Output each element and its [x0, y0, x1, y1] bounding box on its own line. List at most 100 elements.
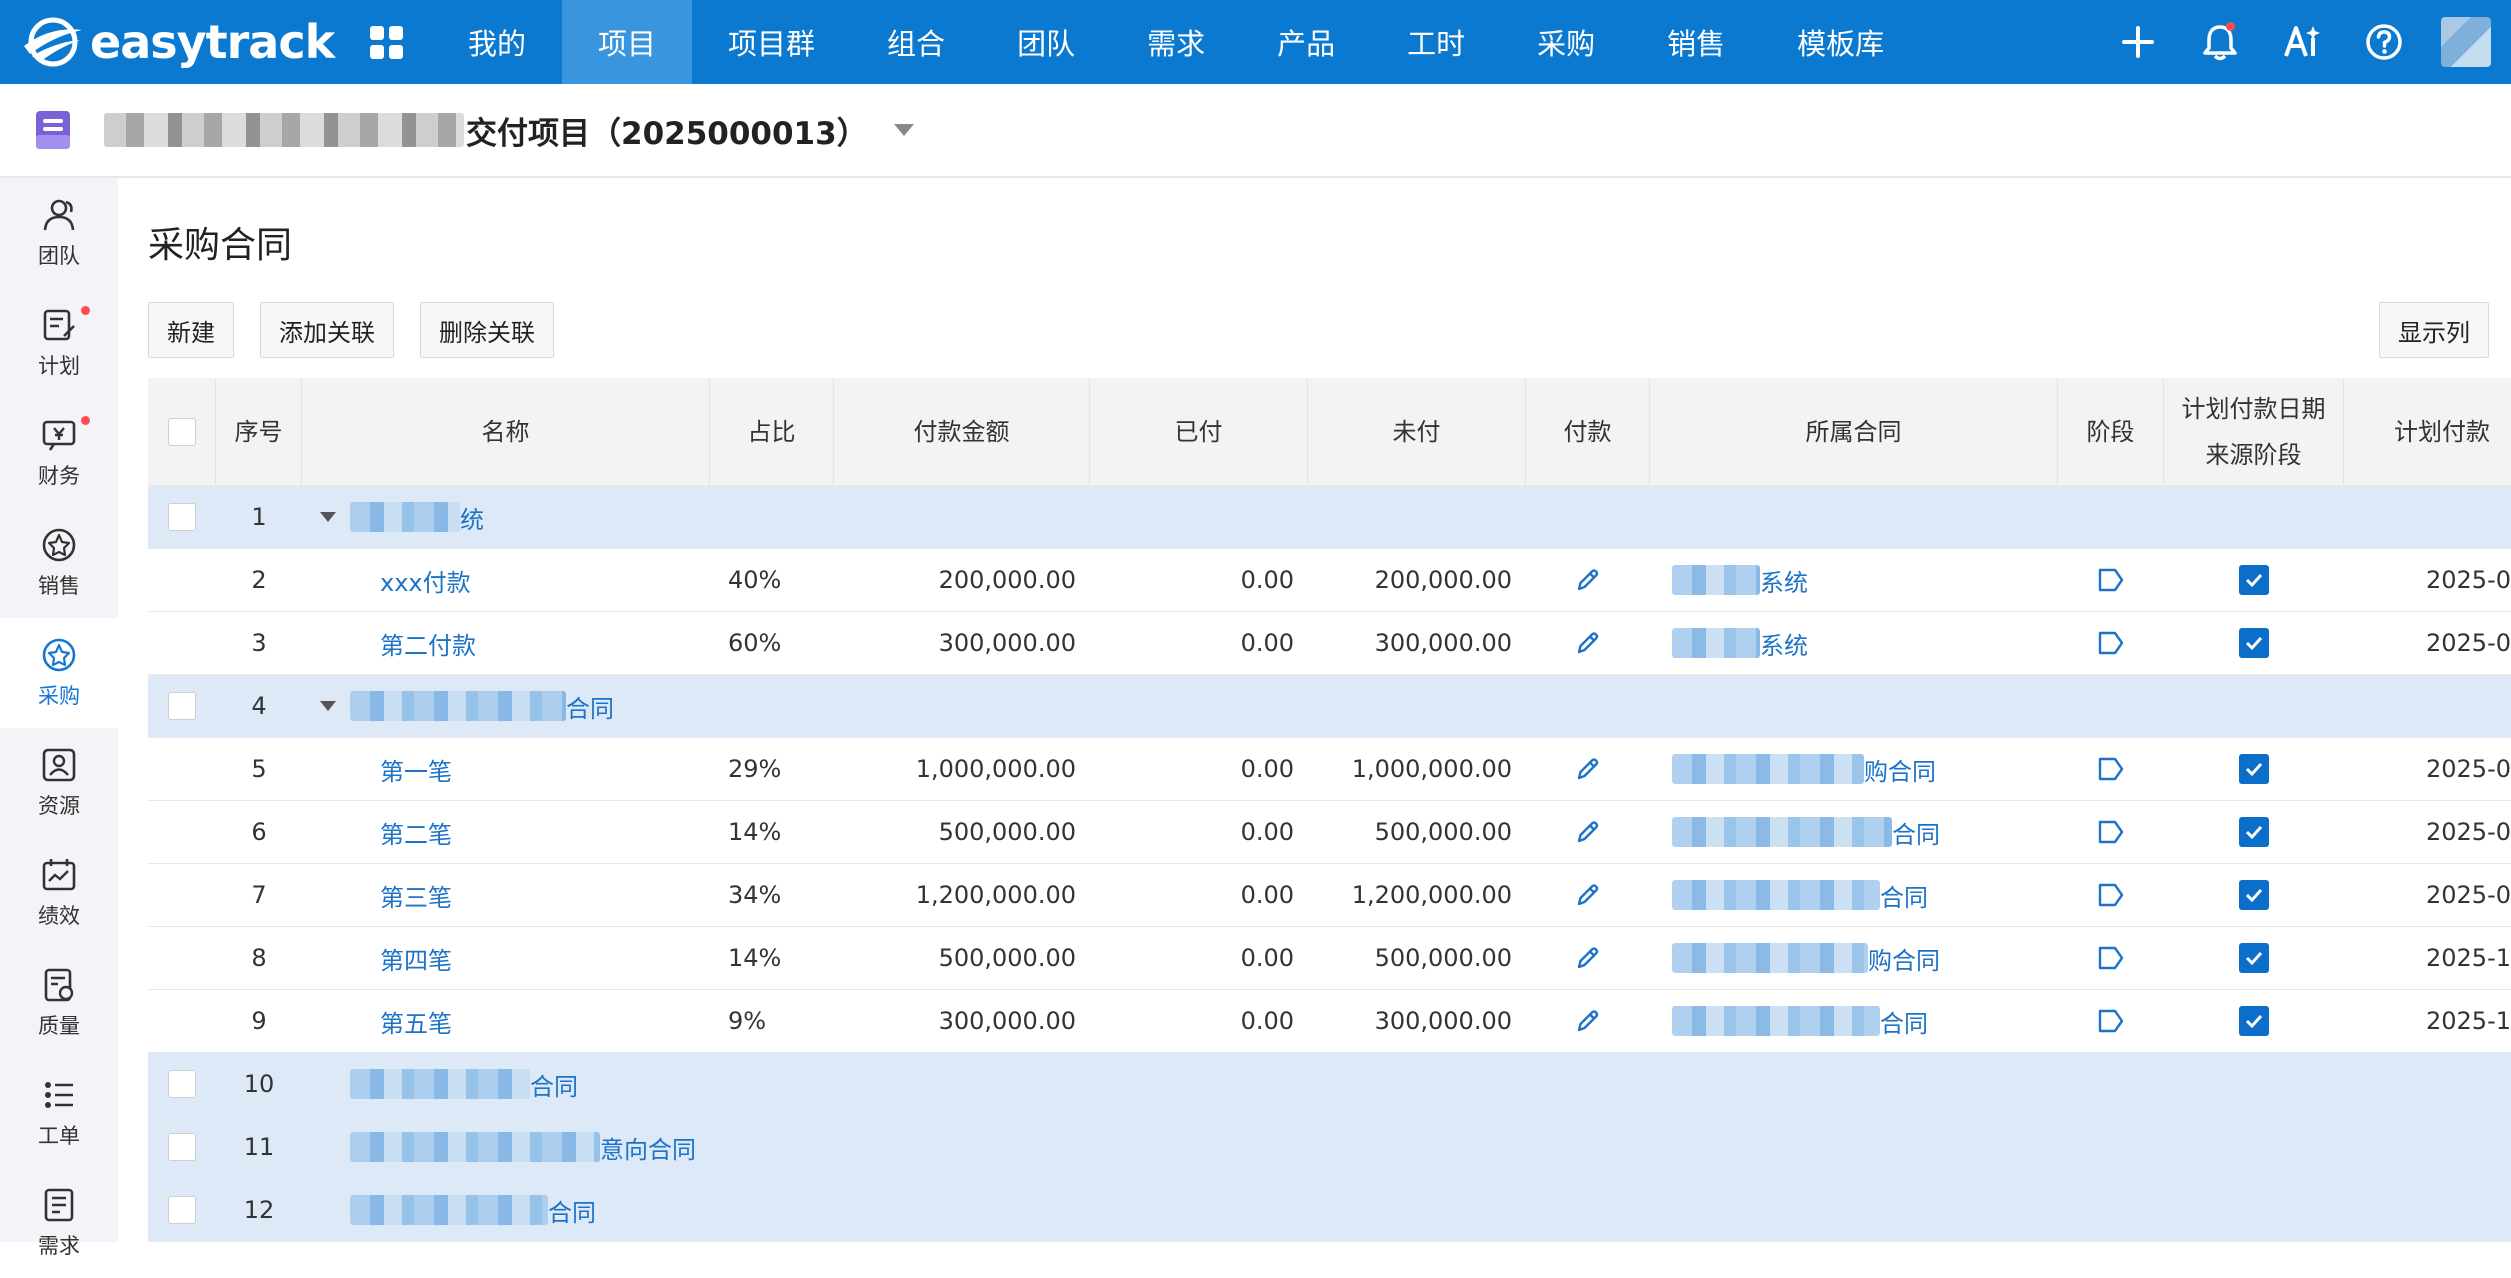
sidebar-item-2[interactable]: 财务: [0, 398, 118, 508]
remove-link-button[interactable]: 删除关联: [420, 302, 554, 358]
group-name-link[interactable]: 合同: [566, 689, 614, 724]
group-name-link[interactable]: 统: [460, 500, 484, 535]
pay-edit-button[interactable]: [1526, 549, 1650, 612]
table-row[interactable]: 6 第二笔 14% 500,000.00 0.00 500,000.00 合同 2025-0: [148, 801, 2511, 864]
source-stage-checkbox[interactable]: [2239, 565, 2269, 595]
table-group-row[interactable]: 11 意向合同: [148, 1116, 2511, 1179]
sidebar-item-1[interactable]: 计划: [0, 288, 118, 398]
payment-name-link[interactable]: 第二笔: [380, 815, 452, 850]
table-row[interactable]: 2 xxx付款 40% 200,000.00 0.00 200,000.00 系统 2025-…: [148, 549, 2511, 612]
stage-tag-button[interactable]: [2058, 738, 2164, 801]
source-stage-checkbox[interactable]: [2239, 628, 2269, 658]
nav-item-0[interactable]: 我的: [432, 0, 562, 84]
row-checkbox[interactable]: [168, 1196, 196, 1224]
sidebar-item-4[interactable]: 采购: [0, 618, 118, 728]
table-row[interactable]: 5 第一笔 29% 1,000,000.00 0.00 1,000,000.00 购合同 20…: [148, 738, 2511, 801]
new-button[interactable]: 新建: [148, 302, 234, 358]
payment-name-link[interactable]: 第二付款: [380, 626, 476, 661]
table-group-row[interactable]: 4 合同: [148, 675, 2511, 738]
contract-link[interactable]: 合同: [1892, 815, 1940, 850]
nav-item-8[interactable]: 采购: [1501, 0, 1631, 84]
collapse-caret-icon[interactable]: [320, 512, 336, 522]
col-plan-payment[interactable]: 计划付款: [2344, 378, 2511, 486]
nav-item-10[interactable]: 模板库: [1761, 0, 1920, 84]
nav-item-7[interactable]: 工时: [1371, 0, 1501, 84]
nav-item-4[interactable]: 团队: [981, 0, 1111, 84]
contract-link[interactable]: 系统: [1760, 563, 1808, 598]
help-button[interactable]: [2343, 0, 2425, 84]
logo[interactable]: easytrack: [0, 0, 340, 84]
group-name-link[interactable]: 合同: [530, 1067, 578, 1102]
ai-button[interactable]: [2261, 0, 2343, 84]
contract-link[interactable]: 合同: [1880, 1004, 1928, 1039]
stage-tag-button[interactable]: [2058, 801, 2164, 864]
table-row[interactable]: 3 第二付款 60% 300,000.00 0.00 300,000.00 系统 2025-0: [148, 612, 2511, 675]
row-checkbox[interactable]: [168, 1070, 196, 1098]
sidebar-item-5[interactable]: 资源: [0, 728, 118, 838]
sidebar-item-7[interactable]: 质量: [0, 948, 118, 1058]
table-row[interactable]: 8 第四笔 14% 500,000.00 0.00 500,000.00 购合同 2025-1: [148, 927, 2511, 990]
col-unpaid[interactable]: 未付: [1308, 378, 1526, 486]
sidebar-item-0[interactable]: 团队: [0, 178, 118, 288]
nav-item-6[interactable]: 产品: [1241, 0, 1371, 84]
sidebar-item-6[interactable]: 绩效: [0, 838, 118, 948]
stage-tag-button[interactable]: [2058, 549, 2164, 612]
add-button[interactable]: [2097, 0, 2179, 84]
project-title[interactable]: 交付项目（2025000013）: [104, 108, 868, 153]
pay-edit-button[interactable]: [1526, 738, 1650, 801]
col-plan-date-source[interactable]: 计划付款日期 来源阶段: [2164, 378, 2344, 486]
col-contract[interactable]: 所属合同: [1650, 378, 2058, 486]
stage-tag-button[interactable]: [2058, 864, 2164, 927]
col-name[interactable]: 名称: [302, 378, 710, 486]
source-stage-checkbox[interactable]: [2239, 1006, 2269, 1036]
contract-link[interactable]: 合同: [1880, 878, 1928, 913]
pay-edit-button[interactable]: [1526, 612, 1650, 675]
avatar[interactable]: [2441, 17, 2491, 67]
sidebar-item-9[interactable]: 需求: [0, 1168, 118, 1278]
table-row[interactable]: 7 第三笔 34% 1,200,000.00 0.00 1,200,000.00 合同 202…: [148, 864, 2511, 927]
contract-link[interactable]: 系统: [1760, 626, 1808, 661]
sidebar-item-8[interactable]: 工单: [0, 1058, 118, 1168]
table-group-row[interactable]: 1统: [148, 486, 2511, 549]
add-link-button[interactable]: 添加关联: [260, 302, 394, 358]
nav-item-1[interactable]: 项目: [562, 0, 693, 84]
sidebar-item-3[interactable]: 销售: [0, 508, 118, 618]
row-checkbox[interactable]: [168, 1133, 196, 1161]
payment-name-link[interactable]: 第四笔: [380, 941, 452, 976]
row-checkbox[interactable]: [168, 692, 196, 720]
table-row[interactable]: 9 第五笔 9% 300,000.00 0.00 300,000.00 合同 2025-1: [148, 990, 2511, 1053]
pay-edit-button[interactable]: [1526, 801, 1650, 864]
source-stage-checkbox[interactable]: [2239, 880, 2269, 910]
table-group-row[interactable]: 12 合同: [148, 1179, 2511, 1242]
show-columns-button[interactable]: 显示列: [2379, 302, 2489, 358]
contract-link[interactable]: 购合同: [1868, 941, 1940, 976]
pay-edit-button[interactable]: [1526, 990, 1650, 1053]
contract-link[interactable]: 购合同: [1864, 752, 1936, 787]
pay-edit-button[interactable]: [1526, 864, 1650, 927]
stage-tag-button[interactable]: [2058, 927, 2164, 990]
col-paid[interactable]: 已付: [1090, 378, 1308, 486]
notifications-button[interactable]: [2179, 0, 2261, 84]
payment-name-link[interactable]: 第一笔: [380, 752, 452, 787]
col-pct[interactable]: 占比: [710, 378, 834, 486]
payment-name-link[interactable]: 第三笔: [380, 878, 452, 913]
collapse-caret-icon[interactable]: [320, 701, 336, 711]
nav-item-9[interactable]: 销售: [1631, 0, 1761, 84]
source-stage-checkbox[interactable]: [2239, 817, 2269, 847]
table-group-row[interactable]: 10 合同: [148, 1053, 2511, 1116]
col-pay[interactable]: 付款: [1526, 378, 1650, 486]
nav-item-2[interactable]: 项目群: [692, 0, 851, 84]
source-stage-checkbox[interactable]: [2239, 943, 2269, 973]
payment-name-link[interactable]: 第五笔: [380, 1004, 452, 1039]
apps-grid-button[interactable]: [340, 0, 432, 84]
nav-item-5[interactable]: 需求: [1111, 0, 1241, 84]
stage-tag-button[interactable]: [2058, 990, 2164, 1053]
col-amount[interactable]: 付款金额: [834, 378, 1090, 486]
source-stage-checkbox[interactable]: [2239, 754, 2269, 784]
nav-item-3[interactable]: 组合: [851, 0, 981, 84]
project-switch-caret-icon[interactable]: [893, 124, 914, 136]
group-name-link[interactable]: 合同: [548, 1193, 596, 1228]
row-checkbox[interactable]: [168, 503, 196, 531]
group-name-link[interactable]: 意向合同: [600, 1130, 696, 1165]
pay-edit-button[interactable]: [1526, 927, 1650, 990]
